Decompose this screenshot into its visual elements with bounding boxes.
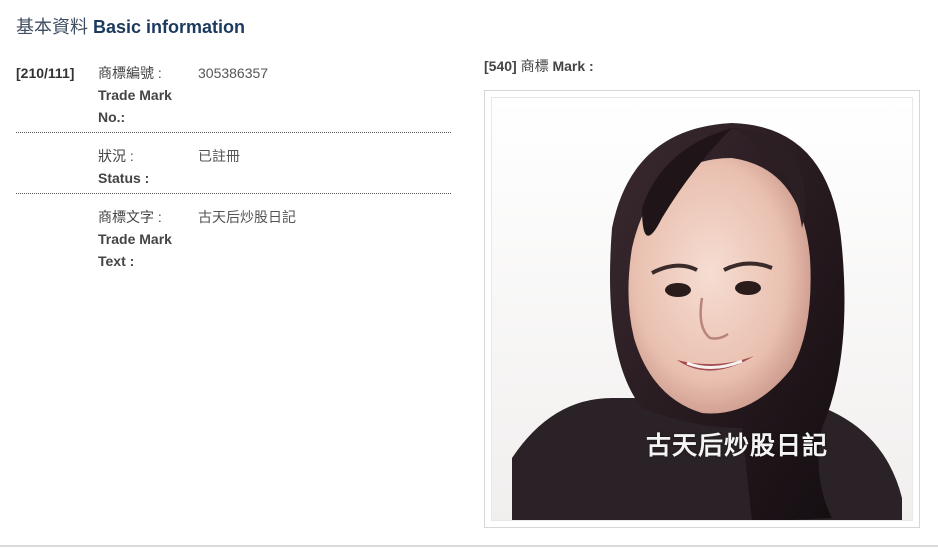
section-title-en: Basic information [93, 17, 246, 37]
bottom-divider [0, 545, 938, 547]
status-value: 已註冊 [198, 148, 240, 164]
mark-heading: [540] 商標 Mark : [484, 55, 594, 77]
basic-info-table: [210/111] 商標編號 : Trade Mark No.: 3053863… [16, 62, 451, 288]
trademark-number-label: 商標編號 : Trade Mark No.: [98, 62, 198, 128]
mark-label-en: Mark : [552, 58, 594, 74]
status-row: 狀況 : Status : 已註冊 [16, 145, 451, 194]
mark-image-frame: 古天后炒股日記 [484, 90, 920, 528]
label-en: Trade Mark No.: [98, 87, 172, 125]
mark-label-zh: 商標 [520, 58, 549, 74]
label-zh: 商標文字 : [98, 209, 162, 225]
label-zh: 狀況 : [98, 148, 134, 164]
section-title: 基本資料 Basic information [16, 14, 245, 40]
mark-text-label: 商標文字 : Trade Mark Text : [98, 206, 198, 272]
section-title-zh: 基本資料 [16, 17, 88, 37]
field-code-empty [16, 206, 98, 272]
label-en: Status : [98, 170, 150, 186]
trademark-number-value: 305386357 [198, 65, 269, 81]
field-code-empty [16, 145, 98, 189]
mark-image-caption: 古天后炒股日記 [645, 431, 828, 460]
label-zh: 商標編號 : [98, 65, 162, 81]
mark-text-value: 古天后炒股日記 [198, 209, 296, 225]
label-en: Trade Mark Text : [98, 231, 172, 269]
status-label: 狀況 : Status : [98, 145, 198, 189]
mark-image: 古天后炒股日記 [491, 97, 913, 521]
trademark-number-row: [210/111] 商標編號 : Trade Mark No.: 3053863… [16, 62, 451, 133]
mark-text-row: 商標文字 : Trade Mark Text : 古天后炒股日記 [16, 206, 451, 276]
field-code: [210/111] [16, 65, 75, 81]
mark-code: [540] [484, 58, 517, 74]
